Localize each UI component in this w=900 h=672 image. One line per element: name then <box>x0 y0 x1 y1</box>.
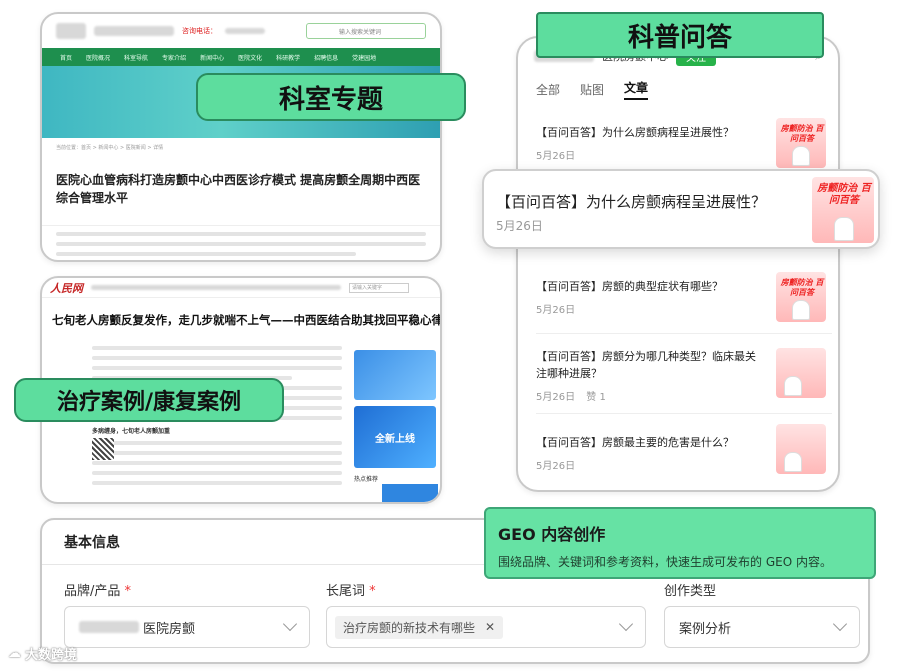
hotline-label: 咨询电话： <box>182 27 217 35</box>
geo-callout: GEO 内容创作 围绕品牌、关键词和参考资料，快速生成可发布的 GEO 内容。 <box>484 507 876 579</box>
brand-value: 医院房颤 <box>143 621 196 637</box>
nav-item[interactable]: 党建园地 <box>352 53 376 62</box>
brand-label: 品牌/产品 * <box>64 580 131 599</box>
article-text-line <box>56 252 356 256</box>
watermark-text: 大数跨境 <box>25 648 78 663</box>
nav-item[interactable]: 科室导航 <box>124 53 148 62</box>
site-name <box>94 26 174 36</box>
dept-topic-badge: 科室专题 <box>196 73 466 121</box>
watermark-logo-icon: ☁ <box>8 646 21 661</box>
brand-label-text: 品牌/产品 <box>64 584 121 599</box>
item-date: 5月26日 <box>536 392 576 403</box>
item-thumbnail <box>776 348 826 398</box>
geo-subtitle: 围绕品牌、关键词和参考资料，快速生成可发布的 GEO 内容。 <box>498 555 832 569</box>
tab-images[interactable]: 贴图 <box>580 81 604 98</box>
close-icon[interactable]: ✕ <box>485 620 495 634</box>
article-title: 七旬老人房颤反复发作，走几步就喘不上气——中西医结合助其找回平稳心律 <box>52 313 442 327</box>
content-tabs: 全部 贴图 文章 <box>518 74 838 102</box>
item-thumbnail: 房颤防治 百问百答 <box>776 272 826 322</box>
site-header: 咨询电话： 输入搜索关键词 <box>42 14 440 48</box>
geo-title: GEO 内容创作 <box>498 525 606 544</box>
article-subhead: 多病缠身，七旬老人房颤加重 <box>92 428 171 435</box>
doctor-figure-icon <box>792 300 810 320</box>
doctor-figure-icon <box>792 146 810 166</box>
science-qa-badge: 科普问答 <box>536 12 824 58</box>
site-nav: 首页 医院概况 科室导航 专家介绍 新闻中心 医院文化 科研教学 招聘信息 党建… <box>42 48 440 66</box>
list-item[interactable]: 【百问百答】房颤最主要的危害是什么？ 5月26日 <box>536 424 832 484</box>
nav-item[interactable]: 科研教学 <box>276 53 300 62</box>
doctor-figure-icon <box>784 452 802 472</box>
nav-item[interactable]: 新闻中心 <box>200 53 224 62</box>
item-thumbnail <box>776 424 826 474</box>
keyword-label: 长尾词 * <box>326 580 376 599</box>
doctor-figure-icon <box>784 376 802 396</box>
chevron-down-icon <box>282 616 298 632</box>
required-mark: * <box>369 584 376 599</box>
science-qa-phone: 医院房颤中心 关注 ⌕ 全部 贴图 文章 【百问百答】为什么房颤病程呈进展性？ … <box>516 36 840 492</box>
list-item[interactable]: 【百问百答】房颤分为哪几种类型？临床最关注哪种进展？ 5月26日 赞 1 <box>536 348 832 414</box>
article-meta <box>42 332 440 338</box>
thumb-text: 房颤防治 百问百答 <box>780 124 824 143</box>
breadcrumb: 当前位置：首页 > 新闻中心 > 医院新闻 > 详情 <box>56 145 164 151</box>
news-logo: 人民网 <box>50 281 83 295</box>
ad-banner-new[interactable]: 全新上线 <box>354 406 436 468</box>
keyword-tag[interactable]: 治疗房颤的新技术有哪些 ✕ <box>335 615 504 639</box>
item-thumbnail: 房颤防治 百问百答 <box>812 177 874 243</box>
list-item[interactable]: 【百问百答】房颤的典型症状有哪些？ 5月26日 房颤防治 百问百答 <box>536 272 832 334</box>
qr-code-icon <box>92 438 114 460</box>
type-select[interactable]: 案例分析 <box>664 606 860 648</box>
item-thumbnail: 房颤防治 百问百答 <box>776 118 826 168</box>
item-likes: 赞 1 <box>586 392 606 403</box>
treatment-cases-badge: 治疗案例/康复案例 <box>14 378 284 422</box>
tab-articles[interactable]: 文章 <box>624 79 649 100</box>
keyword-label-text: 长尾词 <box>326 584 366 599</box>
article-text-line <box>56 232 426 236</box>
article-title: 医院心血管病科打造房颤中心中西医诊疗模式 提高房颤全周期中西医综合管理水平 <box>56 173 421 205</box>
item-title: 【百问百答】房颤的典型症状有哪些？ <box>536 280 723 293</box>
site-logo <box>56 23 86 39</box>
ad-banner[interactable] <box>354 350 436 400</box>
doctor-figure-icon <box>834 217 854 241</box>
thumb-text: 房颤防治 百问百答 <box>780 278 824 297</box>
hotline-number <box>225 28 265 34</box>
brand-name-blurred <box>79 621 139 633</box>
dept-topic-page-card: 咨询电话： 输入搜索关键词 首页 医院概况 科室导航 专家介绍 新闻中心 医院文… <box>40 12 442 262</box>
chevron-down-icon <box>618 616 634 632</box>
watermark: ☁ 大数跨境 <box>8 644 77 663</box>
item-title: 【百问百答】房颤最主要的危害是什么？ <box>536 436 734 449</box>
keyword-multiselect[interactable]: 治疗房颤的新技术有哪些 ✕ <box>326 606 646 648</box>
nav-item[interactable]: 医院概况 <box>86 53 110 62</box>
type-value: 案例分析 <box>679 621 732 637</box>
news-nav <box>91 285 341 290</box>
brand-select[interactable]: 医院房颤 <box>64 606 310 648</box>
nav-item[interactable]: 招聘信息 <box>314 53 338 62</box>
news-header: 人民网 请输入关键字 <box>42 278 440 298</box>
news-search-input[interactable]: 请输入关键字 <box>349 282 409 293</box>
item-title: 【百问百答】为什么房颤病程呈进展性？ <box>496 193 767 211</box>
site-search-input[interactable]: 输入搜索关键词 <box>306 23 426 39</box>
nav-item[interactable]: 专家介绍 <box>162 53 186 62</box>
hot-recommend-label: 热点推荐 <box>354 476 379 483</box>
tab-all[interactable]: 全部 <box>536 81 560 98</box>
ad-banner[interactable] <box>382 484 438 502</box>
chevron-down-icon <box>832 616 848 632</box>
item-date: 5月26日 <box>496 219 543 233</box>
highlighted-qa-item[interactable]: 【百问百答】为什么房颤病程呈进展性？ 5月26日 房颤防治 百问百答 <box>482 169 880 249</box>
section-title: 基本信息 <box>64 535 120 551</box>
type-label-text: 创作类型 <box>664 584 717 599</box>
nav-item[interactable]: 首页 <box>60 53 72 62</box>
item-title: 【百问百答】房颤分为哪几种类型？临床最关注哪种进展？ <box>536 350 756 380</box>
thumb-text: 房颤防治 百问百答 <box>817 183 871 206</box>
article-text-line <box>56 242 426 246</box>
keyword-tag-text: 治疗房颤的新技术有哪些 <box>343 620 476 635</box>
nav-item[interactable]: 医院文化 <box>238 53 262 62</box>
item-title: 【百问百答】为什么房颤病程呈进展性？ <box>536 126 734 139</box>
required-mark: * <box>124 584 132 599</box>
site-search-placeholder: 输入搜索关键词 <box>339 28 382 36</box>
article-meta <box>42 207 440 226</box>
type-label: 创作类型 <box>664 580 716 599</box>
